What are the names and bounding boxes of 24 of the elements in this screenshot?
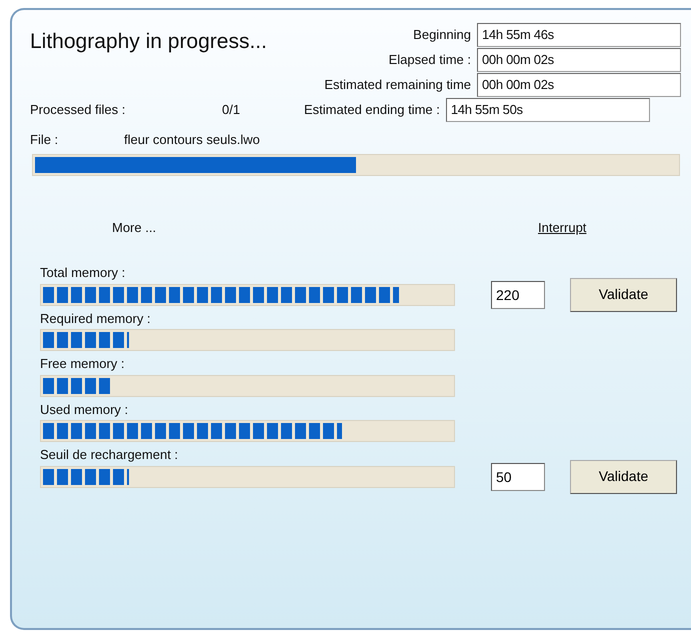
memory-label: Total memory : (40, 264, 126, 282)
number-input[interactable]: 220 (491, 280, 545, 308)
file-name: fleur contours seuls.lwo (124, 131, 260, 149)
time-field: 00h 00m 02s (477, 72, 681, 96)
processed-files-label: Processed files : (30, 100, 126, 119)
memory-label: Required memory : (40, 310, 152, 328)
time-label: Estimated ending time : (304, 100, 440, 119)
time-label: Estimated remaining time (324, 76, 471, 94)
time-label: Elapsed time : (388, 50, 471, 69)
processed-files-count: 0/1 (222, 100, 242, 119)
time-field: 14h 55m 50s (446, 98, 650, 122)
time-field: 14h 55m 46s (477, 22, 681, 46)
validate-button[interactable]: Validate (570, 278, 677, 312)
time-field: 00h 00m 02s (477, 48, 681, 72)
file-label: File : (30, 131, 60, 149)
memory-label: Seuil de rechargement : (40, 446, 180, 464)
interrupt-link[interactable]: Interrupt (538, 218, 586, 237)
more-link[interactable]: More ... (112, 220, 156, 234)
memory-label: Used memory : (40, 400, 130, 419)
number-input[interactable]: 50 (491, 462, 545, 490)
memory-label: Free memory : (40, 355, 126, 373)
validate-button[interactable]: Validate (570, 460, 677, 494)
time-label: Beginning (413, 26, 471, 44)
dialog-title: Lithography in progress... (30, 29, 267, 55)
